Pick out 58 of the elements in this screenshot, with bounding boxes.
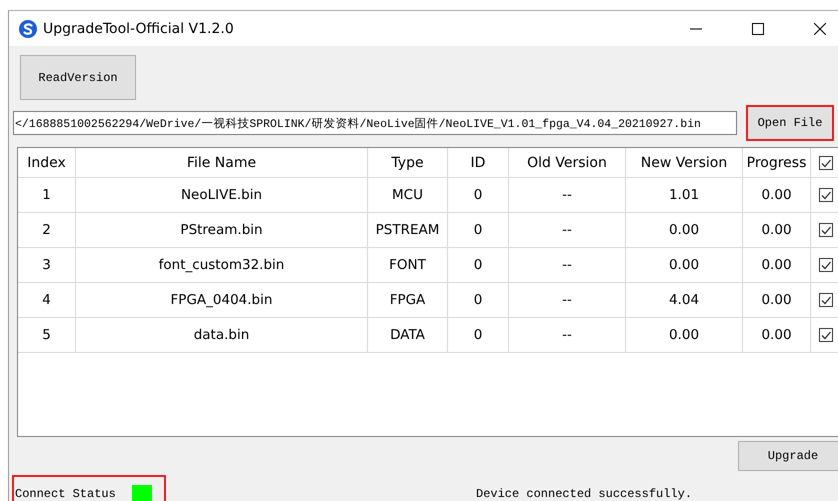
table-cell: -- (509, 318, 626, 353)
table-cell: -- (509, 283, 626, 318)
checkbox[interactable] (819, 188, 833, 202)
path-field[interactable]: </1688851002562294/WeDrive/一视科技SPROLINK/研发资料/NeoLive固件/NeoLIVE_V1.01_fpga_V4.04_20210927.bin (13, 111, 737, 135)
column-header: ID (448, 148, 509, 178)
window-title: UpgradeTool-Official V1.2.0 (43, 20, 235, 36)
maximize-icon (752, 22, 764, 34)
table-cell: PSTREAM (368, 213, 448, 248)
table-cell: -- (509, 213, 626, 248)
table-cell: data.bin (76, 318, 368, 353)
table-cell: 0 (448, 283, 509, 318)
checkbox[interactable] (819, 328, 833, 342)
table-cell: 3 (18, 248, 76, 283)
column-header: New Version (626, 148, 743, 178)
table-cell: FPGA_0404.bin (76, 283, 368, 318)
table-cell: 0 (448, 213, 509, 248)
table-cell: 1.01 (626, 178, 743, 213)
table-cell: 0 (448, 248, 509, 283)
table-cell: 0.00 (626, 248, 743, 283)
open-file-button[interactable]: Open File (746, 105, 834, 141)
table-cell: 0 (448, 318, 509, 353)
status-message: Device connected successfully. (476, 487, 692, 501)
column-header: Index (18, 148, 76, 178)
table-cell: 0 (448, 178, 509, 213)
checkbox[interactable] (819, 258, 833, 272)
table-cell: 4.04 (626, 283, 743, 318)
table-cell: 0.00 (743, 248, 811, 283)
upgrade-button[interactable]: Upgrade (738, 441, 838, 471)
table-cell: MCU (368, 178, 448, 213)
table-cell: 2 (18, 213, 76, 248)
column-header: Old Version (509, 148, 626, 178)
table-cell: NeoLIVE.bin (76, 178, 368, 213)
table-cell: font_custom32.bin (76, 248, 368, 283)
app-logo-icon (19, 20, 37, 38)
table-cell: 0.00 (626, 318, 743, 353)
read-version-button[interactable]: ReadVersion (20, 55, 136, 100)
table-cell: FONT (368, 248, 448, 283)
table-cell: 1 (18, 178, 76, 213)
checkbox[interactable] (819, 293, 833, 307)
table-cell: 0.00 (743, 213, 811, 248)
table-cell: PStream.bin (76, 213, 368, 248)
checkbox[interactable] (819, 156, 833, 170)
table-cell: 4 (18, 283, 76, 318)
table-cell: DATA (368, 318, 448, 353)
table-cell: -- (509, 178, 626, 213)
column-header: Type (368, 148, 448, 178)
table-cell: 5 (18, 318, 76, 353)
column-header: Progress (743, 148, 811, 178)
checkbox[interactable] (819, 223, 833, 237)
connect-status-label: Connect Status (15, 487, 116, 501)
table-cell: 0.00 (743, 178, 811, 213)
close-icon (814, 22, 826, 34)
table-cell: 0.00 (626, 213, 743, 248)
table-cell: FPGA (368, 283, 448, 318)
table-cell: 0.00 (743, 318, 811, 353)
table-cell: -- (509, 248, 626, 283)
column-header: File Name (76, 148, 368, 178)
table-cell: 0.00 (743, 283, 811, 318)
